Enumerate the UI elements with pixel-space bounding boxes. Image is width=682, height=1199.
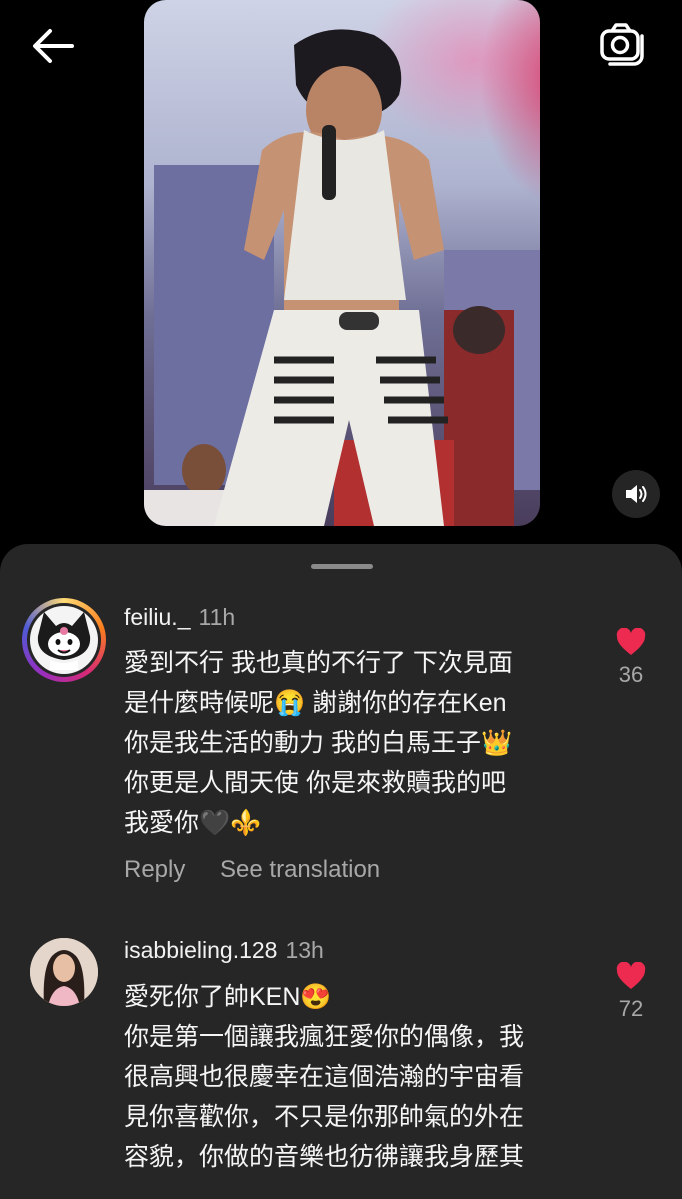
- see-translation-button[interactable]: See translation: [220, 856, 380, 883]
- avatar[interactable]: [22, 598, 106, 682]
- like-button[interactable]: 36: [606, 628, 656, 688]
- arrow-left-icon: [33, 29, 74, 63]
- back-button[interactable]: [28, 24, 78, 68]
- camera-button[interactable]: [598, 22, 646, 68]
- like-count: 72: [618, 996, 644, 1021]
- comment-time: 11h: [198, 604, 236, 630]
- mute-toggle[interactable]: [612, 470, 660, 518]
- comment-text: 愛死你了帥KEN😍 你是第一個讓我瘋狂愛你的偶像，我 很高興也很慶幸在這個浩瀚的…: [124, 983, 525, 1171]
- comment-username[interactable]: feiliu._ 11h: [124, 604, 235, 631]
- camera-switch-icon: [600, 23, 644, 66]
- video-player[interactable]: [144, 0, 540, 526]
- performer-image: [144, 29, 514, 526]
- comments-sheet: feiliu._ 11h 愛到不行 我也真的不行了 下次見面 是什麼時候呢😭 謝謝…: [0, 544, 682, 1199]
- comment-time: 13h: [285, 937, 324, 963]
- avatar[interactable]: [30, 938, 98, 1006]
- heart-filled-icon: [616, 962, 646, 989]
- like-button[interactable]: 72: [606, 962, 656, 1022]
- comment-username[interactable]: isabbieling.128 13h: [124, 937, 324, 964]
- reply-button[interactable]: Reply: [124, 856, 185, 883]
- like-count: 36: [618, 662, 644, 687]
- speaker-icon: [626, 485, 647, 503]
- user-photo-avatar: [30, 938, 98, 1006]
- comment-text: 愛到不行 我也真的不行了 下次見面 是什麼時候呢😭 謝謝你的存在Ken 你是我生…: [124, 649, 513, 837]
- heart-filled-icon: [616, 628, 646, 655]
- drag-handle[interactable]: [311, 564, 373, 569]
- kuromi-avatar-image: [37, 612, 91, 670]
